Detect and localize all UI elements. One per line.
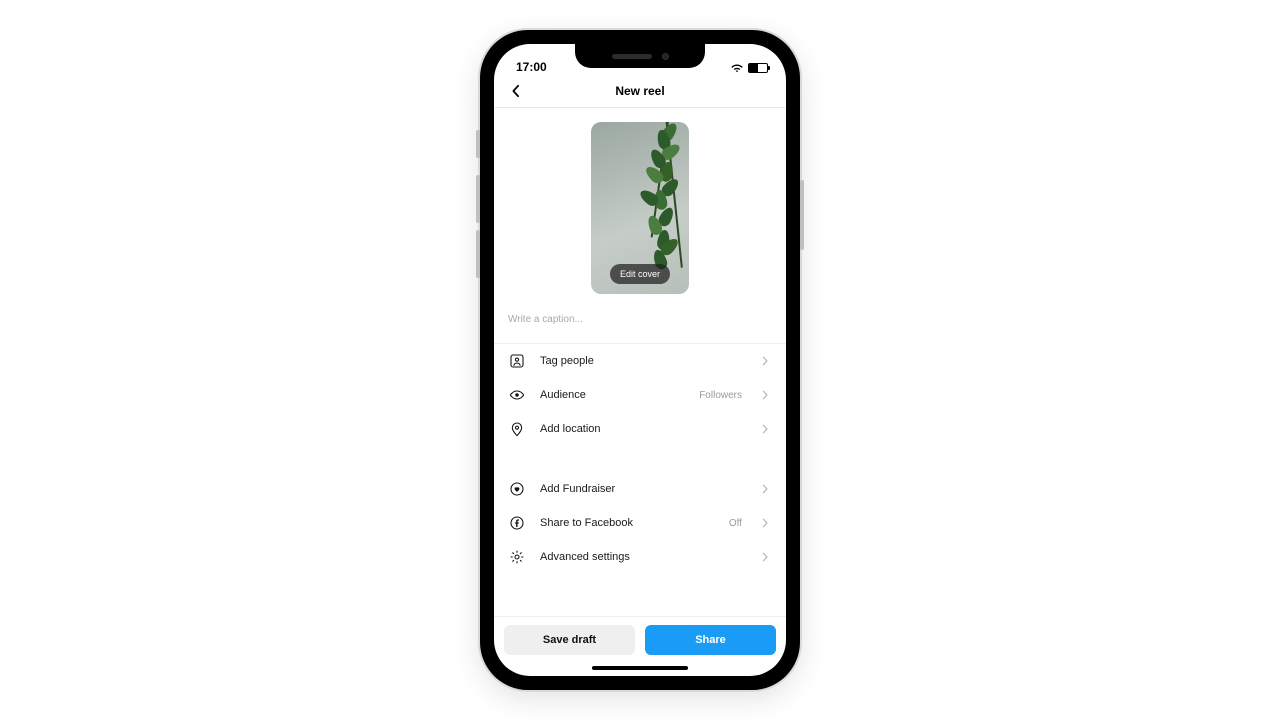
status-time: 17:00 bbox=[516, 60, 547, 74]
wifi-icon bbox=[730, 62, 744, 74]
chevron-right-icon bbox=[760, 518, 772, 528]
caption-input[interactable]: Write a caption... bbox=[494, 300, 786, 344]
row-label: Tag people bbox=[540, 355, 746, 367]
caption-placeholder: Write a caption... bbox=[508, 314, 583, 325]
content-area: Edit cover Write a caption... Tag people bbox=[494, 108, 786, 616]
phone-frame: 17:00 New reel bbox=[480, 30, 800, 690]
mute-switch bbox=[476, 130, 480, 158]
chevron-left-icon bbox=[509, 84, 523, 98]
front-camera bbox=[662, 53, 669, 60]
chevron-right-icon bbox=[760, 552, 772, 562]
nav-header: New reel bbox=[494, 74, 786, 108]
screen: 17:00 New reel bbox=[494, 44, 786, 676]
location-pin-icon bbox=[508, 420, 526, 438]
speaker-grille bbox=[612, 54, 652, 59]
share-button[interactable]: Share bbox=[645, 625, 776, 655]
home-indicator bbox=[592, 666, 688, 670]
row-label: Audience bbox=[540, 389, 685, 401]
chevron-right-icon bbox=[760, 484, 772, 494]
person-tag-icon bbox=[508, 352, 526, 370]
back-button[interactable] bbox=[504, 79, 528, 103]
reel-cover-preview[interactable]: Edit cover bbox=[591, 122, 689, 294]
row-value: Followers bbox=[699, 390, 742, 401]
page-title: New reel bbox=[615, 84, 664, 98]
volume-down-button bbox=[476, 230, 480, 278]
battery-icon bbox=[748, 63, 768, 73]
row-value: Off bbox=[729, 518, 742, 529]
chevron-right-icon bbox=[760, 424, 772, 434]
notch bbox=[575, 44, 705, 68]
heart-circle-icon bbox=[508, 480, 526, 498]
row-label: Add Fundraiser bbox=[540, 483, 746, 495]
row-share-to-facebook[interactable]: Share to Facebook Off bbox=[494, 506, 786, 540]
row-audience[interactable]: Audience Followers bbox=[494, 378, 786, 412]
power-button bbox=[800, 180, 804, 250]
row-advanced-settings[interactable]: Advanced settings bbox=[494, 540, 786, 574]
edit-cover-button[interactable]: Edit cover bbox=[610, 264, 670, 284]
row-add-location[interactable]: Add location bbox=[494, 412, 786, 446]
save-draft-button[interactable]: Save draft bbox=[504, 625, 635, 655]
chevron-right-icon bbox=[760, 356, 772, 366]
gear-icon bbox=[508, 548, 526, 566]
chevron-right-icon bbox=[760, 390, 772, 400]
row-label: Advanced settings bbox=[540, 551, 746, 563]
volume-up-button bbox=[476, 175, 480, 223]
eye-icon bbox=[508, 386, 526, 404]
row-add-fundraiser[interactable]: Add Fundraiser bbox=[494, 472, 786, 506]
row-label: Add location bbox=[540, 423, 746, 435]
facebook-icon bbox=[508, 514, 526, 532]
row-tag-people[interactable]: Tag people bbox=[494, 344, 786, 378]
row-label: Share to Facebook bbox=[540, 517, 715, 529]
